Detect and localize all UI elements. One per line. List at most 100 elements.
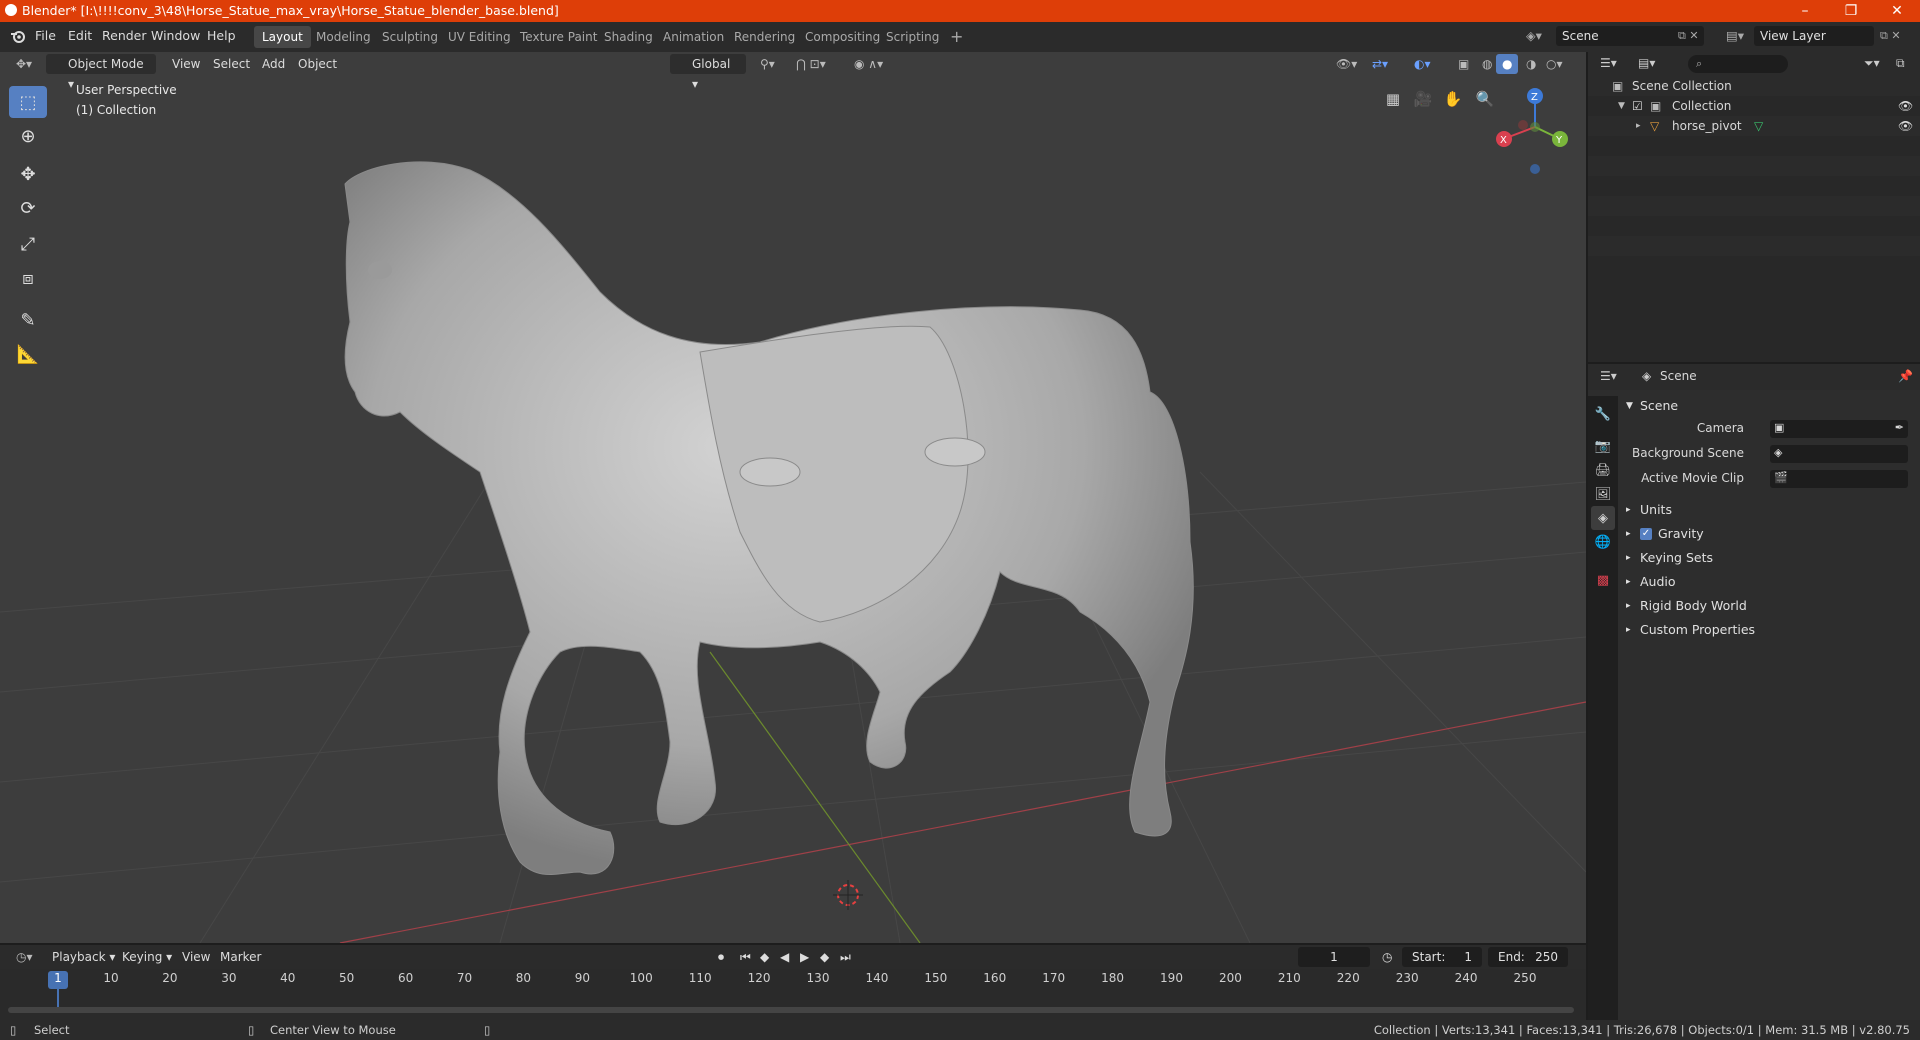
view-layer-tab-icon[interactable]: 🖼 — [1591, 482, 1615, 506]
new-scene-icon[interactable]: ⧉ ✕ — [1678, 22, 1699, 52]
viewport-menu-view[interactable]: View — [166, 54, 206, 74]
xray-toggle-icon[interactable]: ▣ — [1452, 54, 1475, 74]
shading-solid-icon[interactable]: ● — [1496, 54, 1519, 74]
tab-shading[interactable]: Shading — [596, 26, 661, 48]
collection-expand-icon[interactable]: ▼ — [1618, 96, 1625, 116]
rigid-body-world-panel-header[interactable]: ▸ Rigid Body World — [1618, 594, 1920, 618]
collection-checkbox[interactable]: ☑ — [1632, 96, 1643, 116]
3d-viewport[interactable]: ✥▾ Object Mode ▾ View Select Add Object … — [0, 52, 1586, 943]
scene-panel-header[interactable]: ▼ Scene — [1618, 394, 1920, 418]
viewport-menu-object[interactable]: Object — [292, 54, 343, 74]
mesh-data-icon[interactable]: ▽ — [1754, 116, 1763, 136]
timeline-menu-keying[interactable]: Keying ▾ — [116, 947, 178, 967]
filter-icon[interactable]: ⏷▾ — [1864, 56, 1880, 71]
tab-compositing[interactable]: Compositing — [797, 26, 888, 48]
scene-browse-icon[interactable]: ◈▾ — [1526, 22, 1542, 52]
timeline-menu-marker[interactable]: Marker — [214, 947, 267, 967]
audio-panel-header[interactable]: ▸ Audio — [1618, 570, 1920, 594]
end-frame-field[interactable]: End: 250 — [1488, 947, 1568, 967]
outliner-editor-icon[interactable]: ☰▾ — [1600, 56, 1617, 70]
render-tab-icon[interactable]: 📷 — [1591, 434, 1615, 458]
outliner-row-collection[interactable]: ▼ ☑ ▣ Collection 👁 — [1588, 96, 1920, 116]
preview-range-icon[interactable]: ◷ — [1376, 947, 1398, 967]
maximize-button[interactable]: ❐ — [1828, 0, 1874, 22]
tab-scripting[interactable]: Scripting — [878, 26, 947, 48]
tab-animation[interactable]: Animation — [655, 26, 732, 48]
menu-file[interactable]: File — [35, 22, 56, 52]
outliner-row-scene-collection[interactable]: ▣ Scene Collection — [1588, 76, 1920, 96]
annotate-tool-icon[interactable]: ✎ — [9, 304, 47, 336]
editor-type-icon[interactable]: ✥▾ — [10, 54, 38, 74]
record-button-icon[interactable]: ⏺ — [712, 947, 730, 967]
blender-menu-icon[interactable] — [10, 22, 26, 52]
units-panel-header[interactable]: ▸ Units — [1618, 498, 1920, 522]
tab-layout[interactable]: Layout — [254, 26, 311, 48]
play-reverse-icon[interactable]: ◀ — [774, 947, 795, 967]
output-tab-icon[interactable]: 🖨 — [1591, 458, 1615, 482]
scene-tab-icon[interactable]: ◈ — [1591, 506, 1615, 530]
tab-modeling[interactable]: Modeling — [308, 26, 379, 48]
scale-tool-icon[interactable]: ⤢ — [9, 228, 47, 260]
transform-tool-icon[interactable]: ⧈ — [9, 262, 47, 294]
eyedropper-icon[interactable]: ✒ — [1895, 421, 1904, 434]
measure-tool-icon[interactable]: 📐 — [9, 338, 47, 370]
camera-field[interactable]: ▣ ✒ — [1770, 420, 1908, 438]
overlay-toggle-icon[interactable]: ◐▾ — [1408, 54, 1437, 74]
orientation-dropdown[interactable]: Global ▾ — [670, 54, 746, 91]
visibility-toggle-icon[interactable]: 👁▾ — [1330, 54, 1363, 74]
view-layer-field[interactable]: View Layer — [1754, 26, 1874, 46]
jump-end-icon[interactable]: ⏭ — [834, 947, 857, 967]
object-expand-icon[interactable]: ▸ — [1636, 116, 1641, 136]
timeline-ruler[interactable]: 1 10 20 30 40 50 60 70 80 90 100 110 120 130 140 150 160… — [0, 971, 1586, 991]
viewport-menu-add[interactable]: Add — [256, 54, 291, 74]
active-movie-clip-field[interactable]: 🎬 — [1770, 470, 1908, 488]
tool-settings-tab-icon[interactable]: 🔧 — [1591, 402, 1615, 426]
play-icon[interactable]: ▶ — [794, 947, 815, 967]
object-visibility-eye-icon[interactable]: 👁 — [1898, 116, 1913, 136]
minimize-button[interactable]: – — [1782, 0, 1828, 22]
tab-sculpting[interactable]: Sculpting — [374, 26, 446, 48]
tab-rendering[interactable]: Rendering — [726, 26, 803, 48]
outliner-search-input[interactable]: ⌕ — [1688, 55, 1788, 73]
shading-rendered-icon[interactable]: ○▾ — [1540, 54, 1569, 74]
horse-statue-model[interactable] — [344, 161, 1194, 875]
3d-cursor-icon[interactable] — [833, 880, 863, 910]
outliner-row-horse-pivot[interactable]: ▸ ▽ horse_pivot ▽ 👁 — [1588, 116, 1920, 136]
timeline-menu-playback[interactable]: Playback ▾ — [46, 947, 121, 967]
gravity-panel-header[interactable]: ▸ ✓ Gravity — [1618, 522, 1920, 546]
timeline-editor-icon[interactable]: ◷▾ — [10, 947, 39, 967]
start-frame-field[interactable]: Start: 1 — [1402, 947, 1482, 967]
menu-render[interactable]: Render — [102, 22, 147, 52]
gizmo-toggle-icon[interactable]: ⇄▾ — [1366, 54, 1394, 74]
close-button[interactable]: ✕ — [1874, 0, 1920, 22]
timeline-menu-view[interactable]: View — [176, 947, 216, 967]
snap-magnet-icon[interactable]: ⋂ ⊡▾ — [790, 54, 832, 74]
current-frame-field[interactable]: 1 — [1298, 947, 1370, 967]
viewport-menu-select[interactable]: Select — [207, 54, 256, 74]
proportional-edit-icon[interactable]: ◉ ∧▾ — [848, 54, 889, 74]
mode-dropdown[interactable]: Object Mode ▾ — [46, 54, 156, 91]
jump-keyframe-forward-icon[interactable]: ◆ — [814, 947, 835, 967]
background-scene-field[interactable]: ◈ — [1770, 445, 1908, 463]
display-mode-icon[interactable]: ▤▾ — [1638, 56, 1655, 70]
cursor-tool-icon[interactable]: ⊕ — [9, 120, 47, 152]
jump-keyframe-back-icon[interactable]: ◆ — [754, 947, 775, 967]
move-tool-icon[interactable]: ✥ — [9, 158, 47, 190]
keying-sets-panel-header[interactable]: ▸ Keying Sets — [1618, 546, 1920, 570]
properties-editor-icon[interactable]: ☰▾ — [1600, 369, 1617, 383]
select-box-tool[interactable]: ⬚ — [9, 86, 47, 118]
new-collection-icon[interactable]: ⧉ — [1896, 56, 1905, 71]
add-workspace-icon[interactable]: + — [942, 26, 971, 48]
world-tab-icon[interactable]: 🌐 — [1591, 530, 1615, 554]
navigation-gizmo[interactable]: Z X Y — [1490, 82, 1580, 192]
tab-uv-editing[interactable]: UV Editing — [440, 26, 519, 48]
pan-hand-icon[interactable]: ✋ — [1440, 86, 1466, 112]
rotate-tool-icon[interactable]: ⟳ — [9, 192, 47, 224]
new-view-layer-icon[interactable]: ⧉ ✕ — [1880, 22, 1901, 52]
custom-properties-panel-header[interactable]: ▸ Custom Properties — [1618, 618, 1920, 642]
tab-texture-paint[interactable]: Texture Paint — [512, 26, 605, 48]
gravity-checkbox[interactable]: ✓ — [1640, 528, 1652, 540]
timeline-scrollbar[interactable] — [8, 1007, 1574, 1013]
collection-visibility-eye-icon[interactable]: 👁 — [1898, 96, 1913, 116]
pin-icon[interactable]: 📌 — [1898, 369, 1913, 383]
